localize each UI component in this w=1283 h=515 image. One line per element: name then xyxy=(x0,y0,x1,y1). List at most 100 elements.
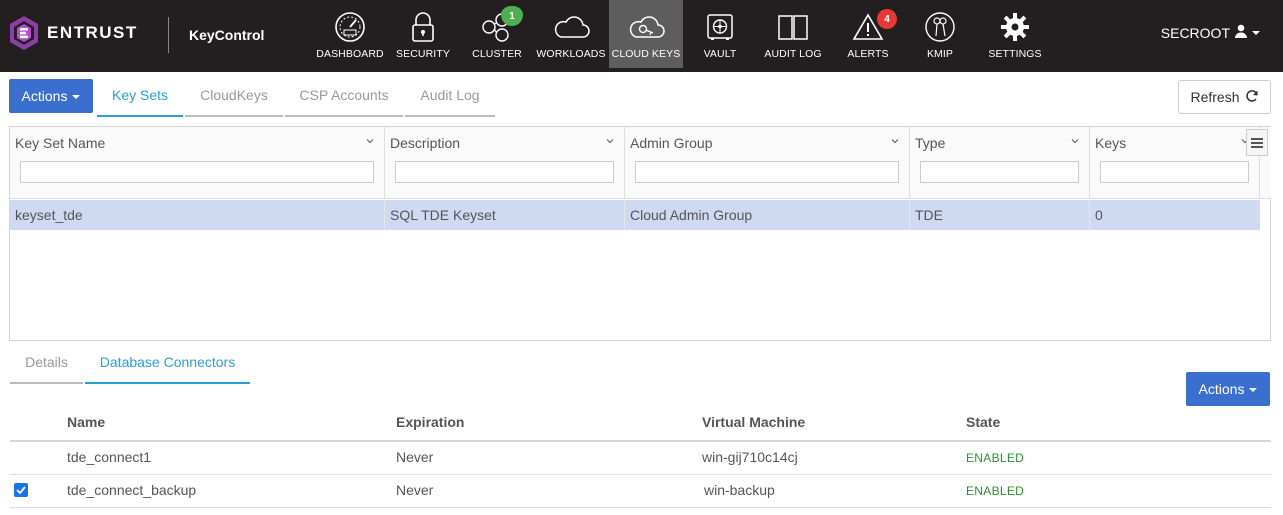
brand-divider xyxy=(168,17,169,53)
nav-label: KMIP xyxy=(926,48,954,60)
row-checkbox[interactable] xyxy=(14,483,28,497)
column-header-virtual-machine[interactable]: Virtual Machine xyxy=(702,414,805,430)
column-title: Description xyxy=(390,135,461,151)
connector-vm: win-backup xyxy=(704,482,775,498)
cell-key-set-name: keyset_tde xyxy=(10,200,385,230)
nav-label: CLUSTER xyxy=(472,48,522,60)
entrust-hex-icon xyxy=(8,15,40,51)
column-header-keys[interactable]: Keys xyxy=(1090,127,1260,199)
user-icon xyxy=(1234,24,1248,41)
chevron-down-icon[interactable] xyxy=(891,137,899,145)
chevron-down-icon[interactable] xyxy=(366,137,374,145)
cloud-icon xyxy=(551,7,591,47)
gear-icon xyxy=(995,7,1035,47)
actions-label: Actions xyxy=(1198,381,1245,397)
actions-button[interactable]: Actions xyxy=(9,79,93,113)
refresh-button[interactable]: Refresh xyxy=(1178,80,1271,114)
vault-icon xyxy=(700,7,740,47)
tab-csp-accounts[interactable]: CSP Accounts xyxy=(285,79,403,117)
nav-label: VAULT xyxy=(703,48,737,60)
tab-key-sets[interactable]: Key Sets xyxy=(97,79,183,117)
divider xyxy=(10,474,1271,475)
nav-cloud-keys[interactable]: CLOUD KEYS xyxy=(609,0,683,68)
nav-kmip[interactable]: KMIP xyxy=(918,0,962,68)
nav-security[interactable]: SECURITY xyxy=(390,0,456,68)
nav-settings[interactable]: SETTINGS xyxy=(984,0,1046,68)
nav-vault[interactable]: VAULT xyxy=(693,0,747,68)
caret-down-icon xyxy=(72,94,81,99)
table-row[interactable]: keyset_tde SQL TDE Keyset Cloud Admin Gr… xyxy=(10,200,1260,230)
cell-keys: 0 xyxy=(1095,207,1103,223)
lock-icon xyxy=(403,7,443,47)
nav-label: WORKLOADS xyxy=(536,48,606,60)
warning-icon: 4 xyxy=(848,7,897,47)
nav-label: ALERTS xyxy=(847,48,889,60)
dashboard-gauge-icon xyxy=(330,7,370,47)
checkmark-icon xyxy=(16,486,26,494)
filter-keys-input[interactable] xyxy=(1100,161,1249,183)
cell-description: SQL TDE Keyset xyxy=(385,200,625,230)
cluster-icon: 1 xyxy=(477,6,523,47)
connector-vm: win-gij710c14cj xyxy=(702,449,798,465)
nav-cluster[interactable]: 1 CLUSTER xyxy=(466,0,528,68)
cell-type: TDE xyxy=(910,200,1090,230)
connector-name: tde_connect_backup xyxy=(67,482,197,498)
refresh-icon xyxy=(1245,89,1259,106)
user-menu[interactable]: SECROOT xyxy=(1161,24,1260,41)
divider xyxy=(10,440,1271,442)
nav-label: AUDIT LOG xyxy=(764,48,822,60)
column-menu-button[interactable] xyxy=(1246,129,1268,156)
hamburger-menu-icon xyxy=(1251,137,1263,148)
chevron-down-icon xyxy=(1252,31,1260,35)
kmip-keys-icon xyxy=(920,7,960,47)
status-badge: ENABLED xyxy=(966,451,1025,465)
top-navbar: ENTRUST KeyControl DASHBOARD SECURITY 1 … xyxy=(0,0,1283,72)
chevron-down-icon[interactable] xyxy=(1071,137,1079,145)
column-title: Type xyxy=(915,135,946,151)
book-icon xyxy=(773,7,813,47)
status-badge: ENABLED xyxy=(966,484,1025,498)
cloud-key-icon xyxy=(626,7,666,47)
divider xyxy=(10,507,1271,508)
keysets-grid: Key Set Name Description Admin Group Typ… xyxy=(9,126,1271,341)
product-name: KeyControl xyxy=(189,27,265,43)
nav-label: SETTINGS xyxy=(988,48,1042,60)
filter-type-input[interactable] xyxy=(920,161,1079,183)
column-header-name[interactable]: Name xyxy=(67,414,105,430)
connector-expiration: Never xyxy=(396,449,434,465)
nav-label: SECURITY xyxy=(396,48,450,60)
column-header-key-set-name[interactable]: Key Set Name xyxy=(10,127,385,199)
column-title: Key Set Name xyxy=(15,135,106,151)
nav-workloads[interactable]: WORKLOADS xyxy=(536,0,606,68)
brand-name: ENTRUST xyxy=(47,23,138,42)
column-title: Admin Group xyxy=(630,135,713,151)
nav-dashboard[interactable]: DASHBOARD xyxy=(314,0,386,68)
chevron-down-icon[interactable] xyxy=(606,137,614,145)
alerts-badge: 4 xyxy=(877,9,897,29)
connector-name: tde_connect1 xyxy=(67,449,152,465)
nav-alerts[interactable]: 4 ALERTS xyxy=(842,0,897,68)
filter-key-set-name-input[interactable] xyxy=(20,161,374,183)
entrust-logo[interactable]: ENTRUST xyxy=(8,15,138,51)
column-header-type[interactable]: Type xyxy=(910,127,1090,199)
tab-cloudkeys[interactable]: CloudKeys xyxy=(185,79,283,117)
cell-admin-group: Cloud Admin Group xyxy=(625,200,910,230)
column-header-expiration[interactable]: Expiration xyxy=(396,414,464,430)
username: SECROOT xyxy=(1160,24,1230,41)
actions-label: Actions xyxy=(21,88,68,104)
nav-label: DASHBOARD xyxy=(316,48,384,60)
column-header-state[interactable]: State xyxy=(966,414,1000,430)
connectors-actions-button[interactable]: Actions xyxy=(1186,372,1270,406)
nav-audit-log[interactable]: AUDIT LOG xyxy=(761,0,825,68)
refresh-label: Refresh xyxy=(1190,89,1240,105)
column-title: Keys xyxy=(1095,135,1127,151)
column-header-admin-group[interactable]: Admin Group xyxy=(625,127,910,199)
nav-label: CLOUD KEYS xyxy=(611,48,681,60)
filter-admin-group-input[interactable] xyxy=(635,161,899,183)
tab-details[interactable]: Details xyxy=(10,346,83,384)
tab-database-connectors[interactable]: Database Connectors xyxy=(85,346,250,384)
connector-expiration: Never xyxy=(396,482,434,498)
filter-description-input[interactable] xyxy=(395,161,614,183)
column-header-description[interactable]: Description xyxy=(385,127,625,199)
tab-audit-log[interactable]: Audit Log xyxy=(405,79,495,117)
